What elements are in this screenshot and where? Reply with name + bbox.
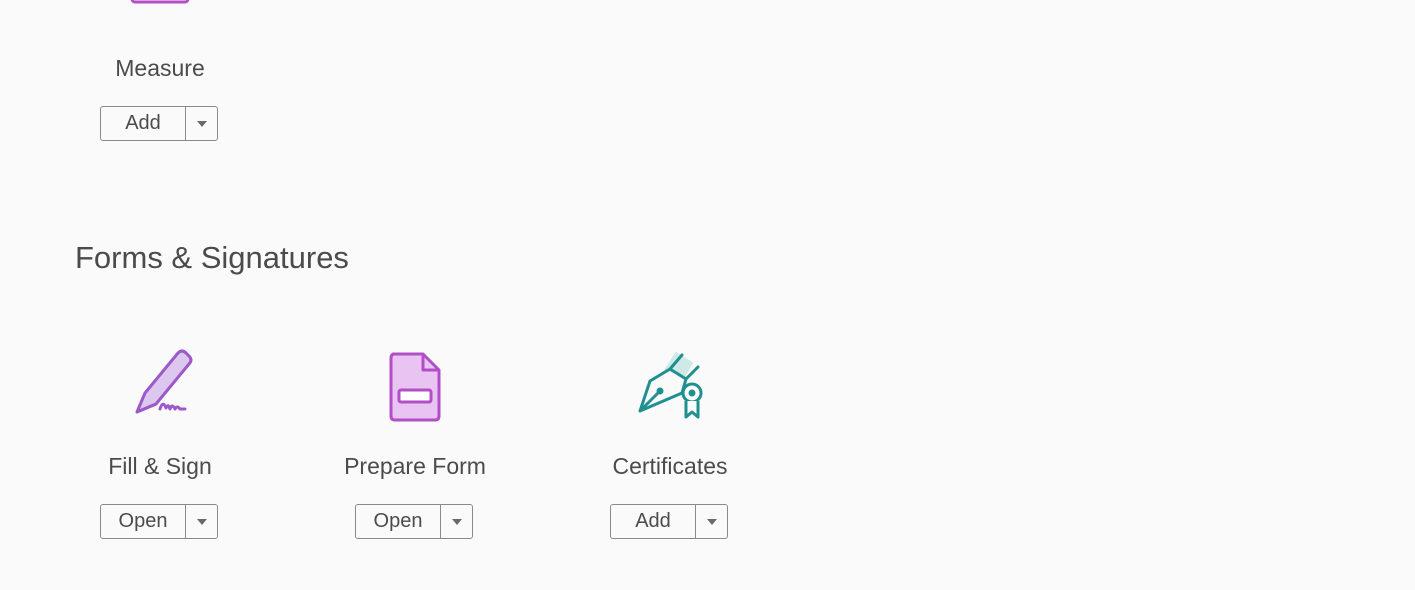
tool-certificates: Certificates Add [580,345,760,545]
dropdown-button[interactable] [186,505,217,538]
measure-icon [130,0,190,4]
tool-label: Fill & Sign [108,453,212,479]
open-button-label[interactable]: Open [101,505,186,538]
open-button-label[interactable]: Open [356,505,441,538]
tools-page: Measure Add Forms & Signatures Fill & Si… [0,0,1415,590]
dropdown-button[interactable] [186,107,217,140]
add-button-label[interactable]: Add [611,505,696,538]
prepare-form-icon[interactable] [385,350,445,426]
fill-sign-open-button[interactable]: Open [100,504,218,539]
chevron-down-icon [706,518,717,525]
chevron-down-icon [196,518,207,525]
section-title: Forms & Signatures [75,240,349,275]
dropdown-button[interactable] [696,505,727,538]
certificates-icon[interactable] [630,347,710,423]
dropdown-button[interactable] [441,505,472,538]
tool-measure: Measure Add [70,0,250,150]
chevron-down-icon [196,120,207,127]
tool-fill-sign: Fill & Sign Open [70,345,250,545]
tool-label: Prepare Form [344,453,486,479]
chevron-down-icon [451,518,462,525]
measure-add-button[interactable]: Add [100,106,218,141]
tool-label: Measure [115,55,205,81]
prepare-form-open-button[interactable]: Open [355,504,473,539]
certificates-add-button[interactable]: Add [610,504,728,539]
tool-prepare-form: Prepare Form Open [325,345,505,545]
tool-label: Certificates [612,453,728,479]
add-button-label[interactable]: Add [101,107,186,140]
fill-sign-icon[interactable] [125,345,195,415]
